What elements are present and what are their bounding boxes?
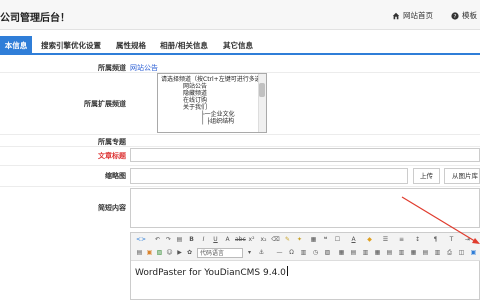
site-home-link[interactable]: 网站首页 bbox=[392, 10, 433, 21]
editor-body[interactable]: WordPaster for YouDianCMS 9.4.0 bbox=[135, 266, 288, 278]
thumb-input[interactable] bbox=[130, 168, 408, 184]
row-divider bbox=[0, 165, 480, 166]
app-title: 公司管理后台！ bbox=[0, 13, 70, 24]
help-icon: ? bbox=[451, 12, 459, 20]
list-item[interactable]: 关于我们 bbox=[161, 104, 263, 111]
date-icon[interactable]: ▥ bbox=[299, 248, 308, 258]
undo-icon[interactable]: ↶ bbox=[153, 235, 162, 245]
eraser-icon[interactable]: ⌫ bbox=[271, 235, 280, 245]
strikethrough-icon[interactable]: abc bbox=[235, 235, 246, 245]
summary-textarea[interactable] bbox=[130, 188, 480, 228]
thumb-label: 缩略图 bbox=[105, 172, 126, 180]
editor-text: WordPaster for YouDianCMS 9.4.0 bbox=[135, 268, 286, 278]
paragraph-icon[interactable]: ¶ bbox=[431, 235, 440, 245]
insert-image-icon[interactable]: ▧ bbox=[155, 248, 164, 258]
horizontal-rule-icon[interactable]: — bbox=[275, 248, 284, 258]
template-link[interactable]: ? 模板 bbox=[451, 10, 477, 21]
tab-basic-info[interactable]: 本信息 bbox=[0, 36, 32, 55]
superscript-icon[interactable]: x² bbox=[247, 235, 256, 245]
bold-icon[interactable]: B bbox=[187, 235, 196, 245]
tab-album[interactable]: 相册/相关信息 bbox=[156, 36, 212, 55]
align-left-icon[interactable]: ▤ bbox=[135, 248, 144, 258]
delete-row-icon[interactable]: ▤ bbox=[385, 248, 394, 258]
row-divider bbox=[0, 134, 480, 135]
special-char-icon[interactable]: Ω bbox=[287, 248, 296, 258]
svg-text:?: ? bbox=[454, 14, 457, 20]
font-color-icon[interactable]: A bbox=[349, 235, 358, 245]
italic-icon[interactable]: I bbox=[199, 235, 208, 245]
tab-other[interactable]: 其它信息 bbox=[216, 36, 260, 55]
template-label: 模板 bbox=[462, 11, 477, 20]
line-height-icon[interactable]: ↕ bbox=[413, 235, 422, 245]
list-item[interactable]: 请选择频道（按Ctrl+左键可进行多选） bbox=[161, 76, 266, 83]
html-source-icon[interactable]: <> bbox=[135, 235, 147, 245]
home-icon bbox=[392, 12, 400, 20]
insert-row-icon[interactable]: ▤ bbox=[349, 248, 358, 258]
print-icon[interactable]: ⎙ bbox=[445, 248, 454, 258]
top-bar: 公司管理后台！ 网站首页 ? 模板 bbox=[0, 0, 480, 30]
tab-attributes[interactable]: 属性规格 bbox=[110, 36, 152, 55]
code-language-select[interactable]: 代码语言 bbox=[197, 248, 243, 258]
list-item[interactable]: │ ├组织结构 bbox=[161, 118, 263, 125]
font-size-icon[interactable]: T bbox=[447, 235, 456, 245]
ordered-list-icon[interactable]: ☰ bbox=[381, 235, 390, 245]
pick-from-gallery-button[interactable]: 从图片库 bbox=[444, 168, 480, 184]
upload-button[interactable]: 上传 bbox=[413, 168, 440, 184]
delete-col-icon[interactable]: ▥ bbox=[397, 248, 406, 258]
title-label: 文章标题 bbox=[98, 152, 126, 160]
subscript-icon[interactable]: x₂ bbox=[259, 235, 268, 245]
select-all-icon[interactable]: ▦ bbox=[309, 235, 318, 245]
chevron-down-icon[interactable]: ▾ bbox=[245, 248, 254, 258]
video-icon[interactable]: ▶ bbox=[175, 248, 184, 258]
back-color-icon[interactable]: ◆ bbox=[365, 235, 374, 245]
title-input[interactable] bbox=[130, 148, 480, 162]
merge-cells-icon[interactable]: ▦ bbox=[373, 248, 382, 258]
ext-channel-label: 所属扩展频道 bbox=[84, 100, 126, 108]
split-rows-icon[interactable]: ▤ bbox=[421, 248, 430, 258]
content-editor[interactable]: <> ↶ ↷ ▤ B I U A abc x² x₂ ⌫ ✎ ✦ ▦ ❝ ☐ A… bbox=[130, 232, 480, 300]
insert-col-icon[interactable]: ▥ bbox=[361, 248, 370, 258]
text-caret bbox=[286, 266, 288, 276]
list-item[interactable]: 在线订购 bbox=[161, 97, 263, 104]
editor-toolbar: <> ↶ ↷ ▤ B I U A abc x² x₂ ⌫ ✎ ✦ ▦ ❝ ☐ A… bbox=[131, 233, 480, 261]
blockquote-icon[interactable]: ❝ bbox=[321, 235, 330, 245]
list-item[interactable]: 隐藏频道 bbox=[161, 90, 263, 97]
split-cells-icon[interactable]: ▦ bbox=[409, 248, 418, 258]
tab-bar: 本信息 搜索引擎优化设置 属性规格 相册/相关信息 其它信息 bbox=[0, 36, 480, 55]
unordered-list-icon[interactable]: ≡ bbox=[397, 235, 406, 245]
indent-icon[interactable]: ⇥ bbox=[463, 235, 472, 245]
row-divider bbox=[0, 146, 480, 147]
summary-label: 简短内容 bbox=[98, 204, 126, 212]
paste-icon[interactable]: ▤ bbox=[175, 235, 184, 245]
site-home-label: 网站首页 bbox=[403, 11, 433, 20]
map-icon[interactable]: ✿ bbox=[185, 248, 194, 258]
snapshot-icon[interactable]: ▨ bbox=[323, 248, 332, 258]
tab-seo[interactable]: 搜索引擎优化设置 bbox=[36, 36, 106, 55]
underline-icon[interactable]: U bbox=[211, 235, 220, 245]
word-paster-icon[interactable]: ▣ bbox=[469, 248, 478, 258]
listbox-scroll-thumb[interactable] bbox=[259, 83, 265, 97]
auto-format-icon[interactable]: ✦ bbox=[295, 235, 304, 245]
clear-doc-icon[interactable]: ☐ bbox=[333, 235, 342, 245]
format-painter-icon[interactable]: ✎ bbox=[283, 235, 292, 245]
font-border-icon[interactable]: A bbox=[223, 235, 232, 245]
row-divider bbox=[0, 186, 480, 187]
time-icon[interactable]: ◷ bbox=[311, 248, 320, 258]
ext-channel-listbox[interactable]: 请选择频道（按Ctrl+左键可进行多选） 网站公告 隐藏频道 在线订购 关于我们… bbox=[157, 73, 267, 133]
emotion-icon[interactable]: ☺ bbox=[165, 248, 174, 258]
table-icon[interactable]: ▦ bbox=[337, 248, 346, 258]
anchor-icon[interactable]: ⚓ bbox=[257, 248, 266, 258]
list-item[interactable]: 网站公告 bbox=[161, 83, 263, 90]
preview-icon[interactable]: ◫ bbox=[457, 248, 466, 258]
redo-icon[interactable]: ↷ bbox=[164, 235, 173, 245]
list-item[interactable]: ├一企业文化 bbox=[161, 111, 263, 118]
split-cols-icon[interactable]: ▥ bbox=[433, 248, 442, 258]
image-icon[interactable]: ▣ bbox=[145, 248, 154, 258]
